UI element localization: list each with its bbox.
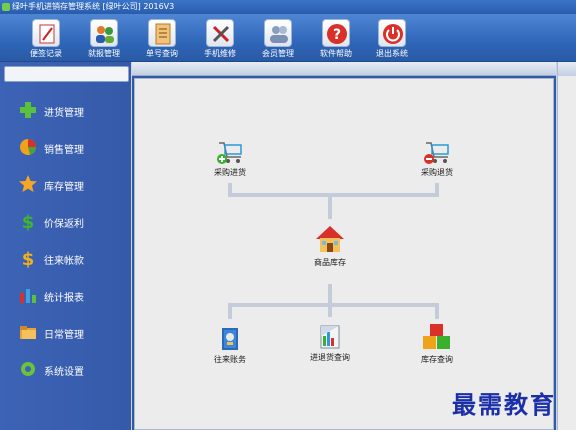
sidebar-item-settings[interactable]: 系统设置 [0, 355, 131, 385]
node-stock-query[interactable]: 库存查询 [414, 322, 460, 365]
power-icon [378, 19, 406, 47]
main-toolbar: 便签记录 就报管理 单号查询 手机维修 会员管理 ? 软件帮助 退出系统 [0, 14, 576, 62]
cart-remove-icon [422, 137, 452, 167]
gold-dollar-icon: $ [22, 249, 35, 268]
help-icon: ? [322, 19, 350, 47]
toolbar-repair-button[interactable]: 手机维修 [194, 17, 246, 61]
sidebar-item-price-rebate[interactable]: $ 价保返利 [0, 207, 131, 237]
connector-bc-drop [328, 303, 332, 317]
toolbar-exit-label: 退出系统 [376, 49, 408, 58]
svg-text:$: $ [22, 249, 35, 268]
node-purchase-in[interactable]: 采购进货 [207, 137, 253, 178]
main-panel: 采购进货 采购退货 商品库存 往来账务 进退货查询 库存查询 [132, 62, 556, 430]
sidebar-item-inventory[interactable]: 库存管理 [0, 170, 131, 200]
dollar-icon: $ [22, 212, 35, 231]
boxes-icon [420, 322, 454, 354]
toolbar-notes-label: 便签记录 [30, 49, 62, 58]
connector-br-drop [435, 303, 439, 319]
node-label: 采购进货 [214, 168, 246, 177]
toolbar-report-button[interactable]: 就报管理 [78, 17, 130, 61]
node-label: 往来账务 [214, 355, 246, 364]
sidebar-item-label: 价保返利 [44, 219, 84, 230]
sidebar-item-label: 日常管理 [44, 330, 84, 341]
sidebar-item-daily[interactable]: 日常管理 [0, 318, 131, 348]
sidebar-item-label: 统计报表 [44, 293, 84, 304]
toolbar-help-label: 软件帮助 [320, 49, 352, 58]
gear-icon [21, 362, 35, 376]
sidebar-item-label: 库存管理 [44, 182, 84, 193]
toolbar-exit-button[interactable]: 退出系统 [366, 17, 418, 61]
sidebar-item-label: 往来帐款 [44, 256, 84, 267]
toolbar-order-query-label: 单号查询 [146, 49, 178, 58]
connector-left-drop [228, 183, 232, 195]
connector-right-drop [435, 183, 439, 195]
toolbar-repair-label: 手机维修 [204, 49, 236, 58]
document-chart-icon [315, 322, 345, 352]
sidebar-item-purchase[interactable]: 进货管理 [0, 96, 131, 126]
node-inventory[interactable]: 商品库存 [307, 221, 353, 268]
folder-icon [20, 326, 36, 339]
sidebar-item-label: 销售管理 [44, 145, 84, 156]
notepad-icon [32, 19, 60, 47]
node-label: 采购退货 [421, 168, 453, 177]
window-title-bar: 绿叶手机进销存管理系统 [绿叶公司] 2016V3 [0, 0, 576, 14]
node-label: 商品库存 [314, 258, 346, 267]
sidebar-item-accounts[interactable]: $ 往来帐款 [0, 244, 131, 274]
house-icon [312, 221, 348, 257]
node-label: 库存查询 [421, 355, 453, 364]
main-panel-header [132, 62, 556, 76]
right-panel-header [558, 62, 576, 76]
toolbar-members-label: 会员管理 [262, 49, 294, 58]
watermark-text: 最需教育 [452, 390, 556, 419]
sidebar-item-reports[interactable]: 统计报表 [0, 281, 131, 311]
right-panel-edge [557, 62, 576, 430]
plus-icon [20, 102, 36, 118]
pie-icon [20, 139, 36, 155]
sidebar-item-label: 系统设置 [44, 367, 84, 378]
toolbar-order-query-button[interactable]: 单号查询 [136, 17, 188, 61]
connector-center-top [328, 195, 332, 219]
tools-icon [206, 19, 234, 47]
node-accounts[interactable]: 往来账务 [205, 324, 255, 365]
connector-bottom [228, 303, 439, 307]
toolbar-members-button[interactable]: 会员管理 [252, 17, 304, 61]
window-title: 绿叶手机进销存管理系统 [绿叶公司] 2016V3 [12, 2, 175, 11]
svg-text:$: $ [22, 212, 35, 231]
flow-canvas: 采购进货 采购退货 商品库存 往来账务 进退货查询 库存查询 [134, 78, 554, 430]
members-icon [264, 19, 292, 47]
svg-text:?: ? [333, 27, 341, 43]
sidebar-item-label: 进货管理 [44, 108, 84, 119]
app-icon [2, 3, 10, 11]
bar-chart-icon [20, 289, 36, 303]
node-label: 进退货查询 [310, 353, 350, 362]
ledger-book-icon [215, 324, 245, 354]
sidebar-search-box[interactable] [4, 66, 129, 82]
document-icon [148, 19, 176, 47]
connector-bl-drop [228, 303, 232, 319]
node-purchase-return[interactable]: 采购退货 [414, 137, 460, 178]
sidebar: 进货管理 销售管理 库存管理 $ 价保返利 $ 往来帐款 统计报表 日常管理 系… [0, 62, 131, 430]
sidebar-item-sales[interactable]: 销售管理 [0, 133, 131, 163]
star-icon [19, 175, 37, 192]
node-in-out-query[interactable]: 进退货查询 [300, 322, 360, 363]
cart-add-icon [215, 137, 245, 167]
toolbar-notes-button[interactable]: 便签记录 [20, 17, 72, 61]
toolbar-help-button[interactable]: ? 软件帮助 [310, 17, 362, 61]
toolbar-report-label: 就报管理 [88, 49, 120, 58]
people-icon [90, 19, 118, 47]
connector-top [228, 193, 439, 197]
